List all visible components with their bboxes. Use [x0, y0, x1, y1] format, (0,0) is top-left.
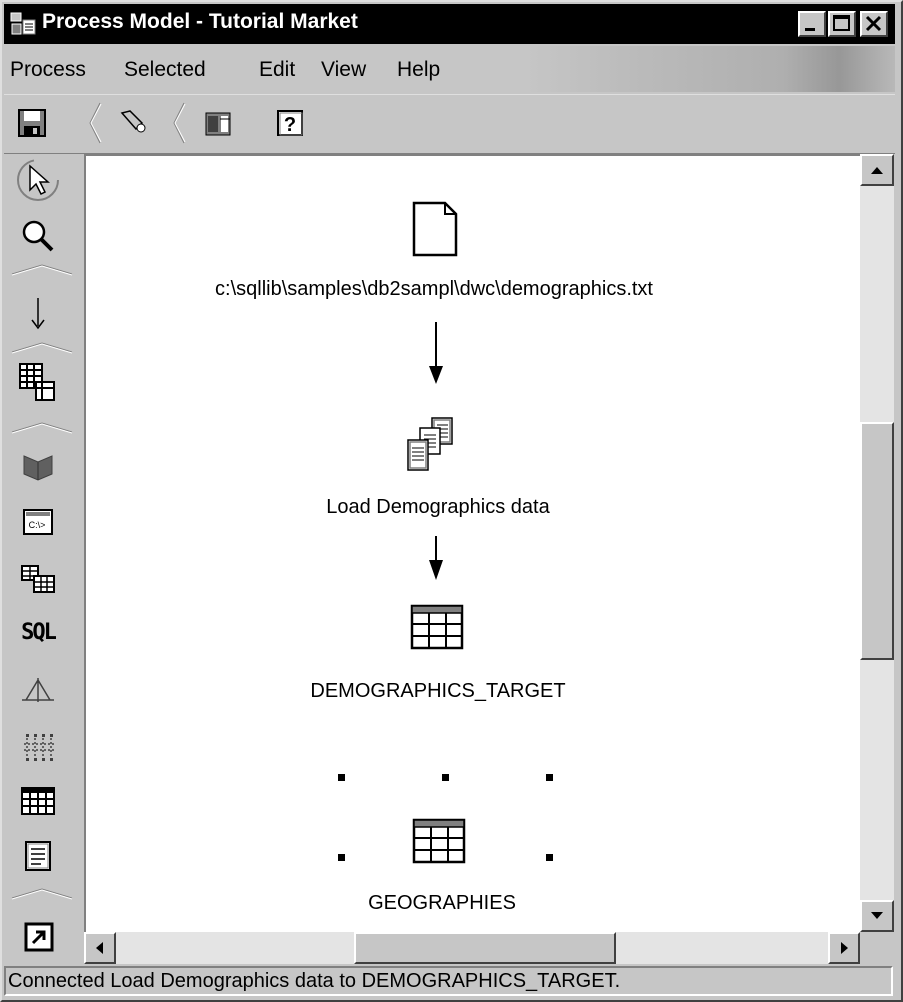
menu-bar-decoration: [524, 46, 895, 92]
arrow-down-icon: [871, 912, 883, 919]
arrow-right-icon: [841, 942, 848, 954]
file-node-icon[interactable]: [411, 200, 459, 258]
selection-handle[interactable]: [338, 774, 345, 781]
svg-text:?: ?: [284, 114, 296, 136]
vertical-scroll-thumb[interactable]: [860, 422, 894, 660]
program-icon[interactable]: [16, 444, 60, 488]
step-node-label: Load Demographics data: [326, 496, 550, 518]
scrollbar-corner: [860, 932, 894, 964]
scroll-right-button[interactable]: [828, 932, 860, 964]
menu-view[interactable]: View: [321, 58, 366, 82]
scroll-left-button[interactable]: [84, 932, 116, 964]
title-bar[interactable]: Process Model - Tutorial Market: [4, 4, 895, 44]
maximize-icon: [833, 15, 850, 31]
sql-icon[interactable]: SQL: [14, 620, 62, 654]
toolbar-separator: [173, 102, 186, 144]
menu-process[interactable]: Process: [10, 58, 86, 82]
arrow-up-icon: [871, 167, 883, 174]
link-arrow-icon[interactable]: [16, 292, 60, 336]
scroll-up-button[interactable]: [860, 154, 894, 186]
close-button[interactable]: [860, 11, 888, 37]
transformer-icon[interactable]: [16, 670, 60, 714]
menu-bar: Process Selected Edit View Help: [4, 46, 895, 92]
table-icon[interactable]: [16, 780, 60, 824]
shortcut-icon[interactable]: [20, 920, 60, 956]
file-icon[interactable]: [16, 834, 60, 878]
menu-selected[interactable]: Selected: [124, 58, 206, 82]
palette-separator: [11, 264, 73, 276]
palette-separator: [11, 342, 73, 354]
menu-edit[interactable]: Edit: [259, 58, 295, 82]
status-text: Connected Load Demographics data to DEMO…: [8, 970, 621, 992]
grid-icon[interactable]: [16, 726, 60, 770]
selection-handle[interactable]: [442, 774, 449, 781]
flashlight-icon[interactable]: [116, 105, 152, 141]
object-icon[interactable]: [200, 105, 236, 141]
connector-arrow: [429, 536, 443, 580]
source-tables-icon[interactable]: [16, 360, 60, 404]
arrow-left-icon: [96, 942, 103, 954]
steps-icon[interactable]: [16, 558, 60, 602]
selection-handle[interactable]: [338, 854, 345, 861]
step-documents-icon[interactable]: [404, 414, 464, 476]
maximize-button[interactable]: [828, 11, 856, 37]
file-node-label: c:\sqllib\samples\db2sampl\dwc\demograph…: [215, 278, 653, 300]
selection-handle[interactable]: [546, 854, 553, 861]
palette-separator: [11, 422, 73, 434]
process-canvas[interactable]: c:\sqllib\samples\db2sampl\dwc\demograph…: [84, 154, 860, 932]
command-icon[interactable]: C:\>: [16, 500, 60, 544]
process-model-window: Process Model - Tutorial Market Process …: [0, 0, 903, 1002]
toolbar: ?: [4, 94, 895, 154]
scroll-down-button[interactable]: [860, 900, 894, 932]
minimize-button[interactable]: [798, 11, 826, 37]
selection-handle[interactable]: [546, 774, 553, 781]
menu-help[interactable]: Help: [397, 58, 440, 82]
geographies-node-label: GEOGRAPHIES: [368, 892, 516, 914]
close-icon: [865, 15, 882, 32]
window-title: Process Model - Tutorial Market: [42, 10, 358, 33]
table-node-icon[interactable]: [410, 604, 466, 652]
table-node-label: DEMOGRAPHICS_TARGET: [310, 680, 566, 702]
horizontal-scroll-thumb[interactable]: [354, 932, 616, 964]
svg-text:C:\>: C:\>: [29, 520, 46, 530]
vertical-scrollbar[interactable]: [860, 154, 894, 932]
toolbar-separator: [89, 102, 102, 144]
help-icon[interactable]: ?: [272, 105, 308, 141]
process-model-app-icon: [10, 12, 36, 35]
zoom-icon[interactable]: [16, 214, 60, 258]
horizontal-scrollbar[interactable]: [84, 932, 860, 964]
connector-arrow: [429, 322, 443, 384]
save-icon[interactable]: [14, 105, 50, 141]
geographies-table-icon[interactable]: [412, 818, 468, 866]
palette-separator: [11, 888, 73, 900]
select-arrow-icon[interactable]: [16, 158, 60, 202]
minimize-icon: [805, 28, 815, 31]
tool-palette: C:\> SQL: [4, 154, 82, 934]
status-bar: Connected Load Demographics data to DEMO…: [4, 966, 893, 996]
